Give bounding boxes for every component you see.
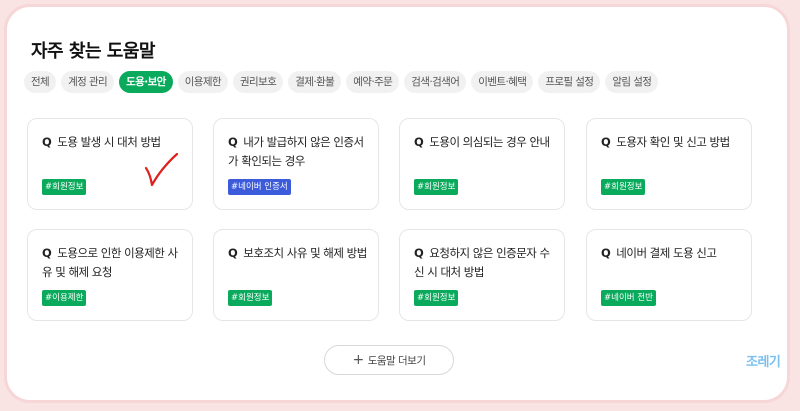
tab-notification[interactable]: 알림 설정 xyxy=(605,70,659,93)
faq-tag[interactable]: #회원정보 xyxy=(228,290,273,306)
q-mark: Q xyxy=(414,135,424,149)
tab-reservation[interactable]: 예약·주문 xyxy=(346,70,400,93)
q-mark: Q xyxy=(601,246,611,260)
faq-tag[interactable]: #회원정보 xyxy=(414,179,459,195)
tab-all[interactable]: 전체 xyxy=(24,70,57,93)
category-tabs: 전체 계정 관리 도용·보안 이용제한 권리보호 결제·환불 예약·주문 검색·… xyxy=(24,70,659,93)
faq-question: 보호조치 사유 및 해제 방법 xyxy=(243,246,367,260)
tab-payment[interactable]: 결제·환불 xyxy=(288,70,342,93)
q-mark: Q xyxy=(42,246,52,260)
q-mark: Q xyxy=(414,246,424,260)
page-title: 자주 찾는 도움말 xyxy=(31,41,155,62)
faq-question: 도용 발생 시 대처 방법 xyxy=(57,135,161,149)
faq-card[interactable]: Q 보호조치 사유 및 해제 방법 #회원정보 xyxy=(213,229,379,321)
tab-search[interactable]: 검색·검색어 xyxy=(404,70,467,93)
faq-card[interactable]: Q 요청하지 않은 인증문자 수신 시 대처 방법 #회원정보 xyxy=(399,229,565,321)
faq-tag[interactable]: #네이버 인증서 xyxy=(228,179,291,195)
faq-question: 네이버 결제 도용 신고 xyxy=(616,246,717,260)
faq-tag[interactable]: #이용제한 xyxy=(42,290,87,306)
checkmark-icon xyxy=(144,152,179,187)
faq-question: 요청하지 않은 인증문자 수신 시 대처 방법 xyxy=(414,246,550,279)
tab-profile[interactable]: 프로필 설정 xyxy=(538,70,601,93)
more-help-button[interactable]: + 도움말 더보기 xyxy=(324,345,454,375)
faq-question: 도용자 확인 및 신고 방법 xyxy=(616,135,730,149)
faq-question: 도용으로 인한 이용제한 사유 및 해제 요청 xyxy=(42,246,178,279)
q-mark: Q xyxy=(228,246,238,260)
faq-card[interactable]: Q 도용이 의심되는 경우 안내 #회원정보 xyxy=(399,118,565,210)
faq-tag[interactable]: #네이버 전반 xyxy=(601,290,656,306)
tab-event[interactable]: 이벤트·혜택 xyxy=(471,70,534,93)
faq-card[interactable]: Q 네이버 결제 도용 신고 #네이버 전반 xyxy=(586,229,752,321)
tab-rights[interactable]: 권리보호 xyxy=(233,70,284,93)
tab-restriction[interactable]: 이용제한 xyxy=(177,70,228,93)
q-mark: Q xyxy=(42,135,52,149)
faq-question: 도용이 의심되는 경우 안내 xyxy=(429,135,550,149)
plus-icon: + xyxy=(352,352,364,368)
faq-question: 내가 발급하지 않은 인증서가 확인되는 경우 xyxy=(228,135,364,168)
tab-security[interactable]: 도용·보안 xyxy=(119,70,173,93)
faq-card[interactable]: Q 도용자 확인 및 신고 방법 #회원정보 xyxy=(586,118,752,210)
watermark-text: 조레기 xyxy=(746,355,781,370)
faq-tag[interactable]: #회원정보 xyxy=(42,179,87,195)
faq-card[interactable]: Q 내가 발급하지 않은 인증서가 확인되는 경우 #네이버 인증서 xyxy=(213,118,379,210)
faq-tag[interactable]: #회원정보 xyxy=(601,179,646,195)
q-mark: Q xyxy=(601,135,611,149)
faq-tag[interactable]: #회원정보 xyxy=(414,290,459,306)
tab-account[interactable]: 계정 관리 xyxy=(61,70,115,93)
q-mark: Q xyxy=(228,135,238,149)
faq-card[interactable]: Q 도용으로 인한 이용제한 사유 및 해제 요청 #이용제한 xyxy=(27,229,193,321)
more-help-label: 도움말 더보기 xyxy=(367,354,426,367)
